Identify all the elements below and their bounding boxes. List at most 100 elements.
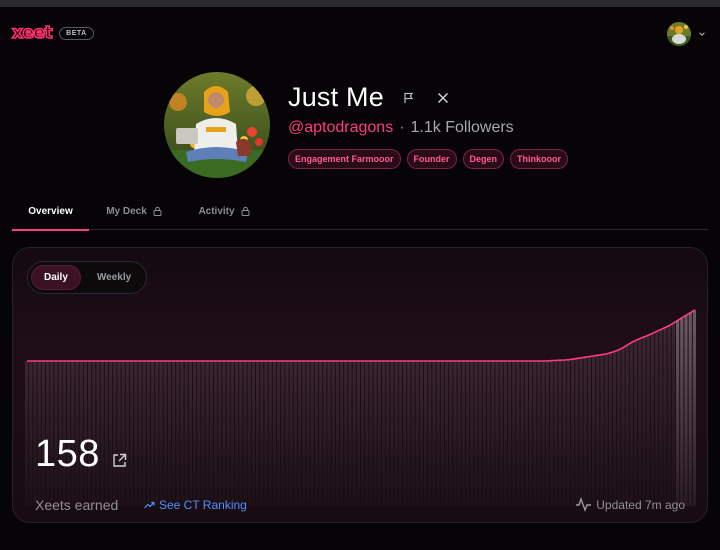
lock-icon <box>153 206 162 216</box>
chart-bar <box>575 358 579 506</box>
chart-bar <box>117 361 121 506</box>
chart-bar <box>587 356 591 506</box>
chart-bar <box>310 361 314 506</box>
chart-bar <box>432 361 436 506</box>
chart-bar <box>167 361 171 506</box>
chart-bar <box>592 355 596 506</box>
chart-bar <box>541 361 545 506</box>
toggle-weekly[interactable]: Weekly <box>85 265 143 290</box>
tab-activity[interactable]: Activity <box>184 199 264 230</box>
chart-bar <box>222 361 226 506</box>
chart-bar <box>529 361 533 506</box>
tab-my-deck[interactable]: My Deck <box>94 199 174 230</box>
logo-wordmark[interactable]: xeet <box>11 23 53 43</box>
chart-bar <box>394 361 398 506</box>
chart-bar <box>487 361 491 506</box>
chart-bar <box>629 342 633 506</box>
ranking-label: See CT Ranking <box>159 498 247 512</box>
chart-bar <box>113 361 117 506</box>
chart-bar <box>659 329 663 506</box>
chart-bar <box>613 351 617 506</box>
chart-bar <box>512 361 516 506</box>
external-link-icon[interactable] <box>111 452 128 469</box>
handle-line: @aptodragons · 1.1k Followers <box>288 119 514 137</box>
chart-bar <box>533 361 537 506</box>
followers-count: 1.1k Followers <box>410 119 514 136</box>
chart-bar <box>558 360 562 506</box>
chart-bar <box>264 361 268 506</box>
chart-bar <box>634 340 638 506</box>
tag-badge: Degen <box>462 149 505 169</box>
chart-bar <box>323 361 327 506</box>
chart-bar <box>151 361 155 506</box>
chart-bar <box>684 315 688 506</box>
chart-bar <box>369 361 373 506</box>
chart-bar <box>348 361 352 506</box>
chart-bar <box>293 361 297 506</box>
account-menu[interactable] <box>667 22 706 46</box>
flag-icon[interactable] <box>402 91 416 105</box>
account-avatar[interactable] <box>667 22 691 46</box>
chart-bar <box>230 361 234 506</box>
profile-tabs: Overview My Deck Activity <box>12 199 708 231</box>
chart-bar <box>104 361 108 506</box>
chart-bar <box>214 361 218 506</box>
chart-bar <box>193 361 197 506</box>
chart-bar <box>663 327 667 506</box>
chart-bar <box>537 361 541 506</box>
chart-bar <box>671 322 675 506</box>
tag-badge: Founder <box>406 149 457 169</box>
x-social-icon[interactable] <box>436 91 450 105</box>
chart-bar <box>247 361 251 506</box>
xeets-value: 158 <box>35 433 100 475</box>
chart-bar <box>226 361 230 506</box>
profile-avatar <box>164 72 270 178</box>
chart-bar <box>608 352 612 506</box>
ct-ranking-link[interactable]: See CT Ranking <box>144 498 247 512</box>
tab-label: Activity <box>198 206 235 217</box>
chart-bar <box>667 325 671 506</box>
chart-bar <box>638 338 642 506</box>
chart-bar <box>239 361 243 506</box>
chart-bar <box>100 361 104 506</box>
chart-bar <box>474 361 478 506</box>
tab-label: My Deck <box>106 206 147 217</box>
chart-bar <box>407 361 411 506</box>
chart-bar <box>688 312 692 506</box>
chart-bar <box>625 344 629 506</box>
activity-pulse-icon <box>576 497 592 512</box>
chart-bar <box>188 361 192 506</box>
xeets-earned-label: Xeets earned <box>35 497 119 513</box>
chart-bar <box>146 361 150 506</box>
chart-bar <box>251 361 255 506</box>
chart-bar <box>218 361 222 506</box>
chart-bar <box>411 361 415 506</box>
chart-bar <box>130 361 134 506</box>
chart-bar <box>176 361 180 506</box>
chart-bar <box>285 361 289 506</box>
chart-bar <box>461 361 465 506</box>
chart-bar <box>419 361 423 506</box>
chart-bar <box>621 347 625 506</box>
toggle-daily[interactable]: Daily <box>31 265 81 290</box>
chart-bar <box>470 361 474 506</box>
beta-badge: BETA <box>59 26 94 40</box>
app-logo[interactable]: xeet BETA <box>11 23 94 43</box>
chart-bar <box>335 361 339 506</box>
chart-bar <box>365 361 369 506</box>
tab-overview[interactable]: Overview <box>12 199 89 231</box>
chart-bar <box>403 361 407 506</box>
trending-icon <box>144 501 155 509</box>
display-name: Just Me <box>288 82 384 112</box>
chart-bar <box>155 361 159 506</box>
chart-bar <box>209 361 213 506</box>
chart-bar <box>646 335 650 506</box>
chart-bar <box>457 361 461 506</box>
chart-bar <box>205 361 209 506</box>
chart-bar <box>676 320 680 506</box>
stats-card: Daily Weekly 158 Xeets earned See CT Ran… <box>12 247 708 523</box>
user-handle[interactable]: @aptodragons <box>288 119 393 136</box>
chevron-down-icon[interactable] <box>698 30 706 38</box>
updated-text: Updated 7m ago <box>596 497 685 512</box>
chart-bar <box>650 333 654 506</box>
